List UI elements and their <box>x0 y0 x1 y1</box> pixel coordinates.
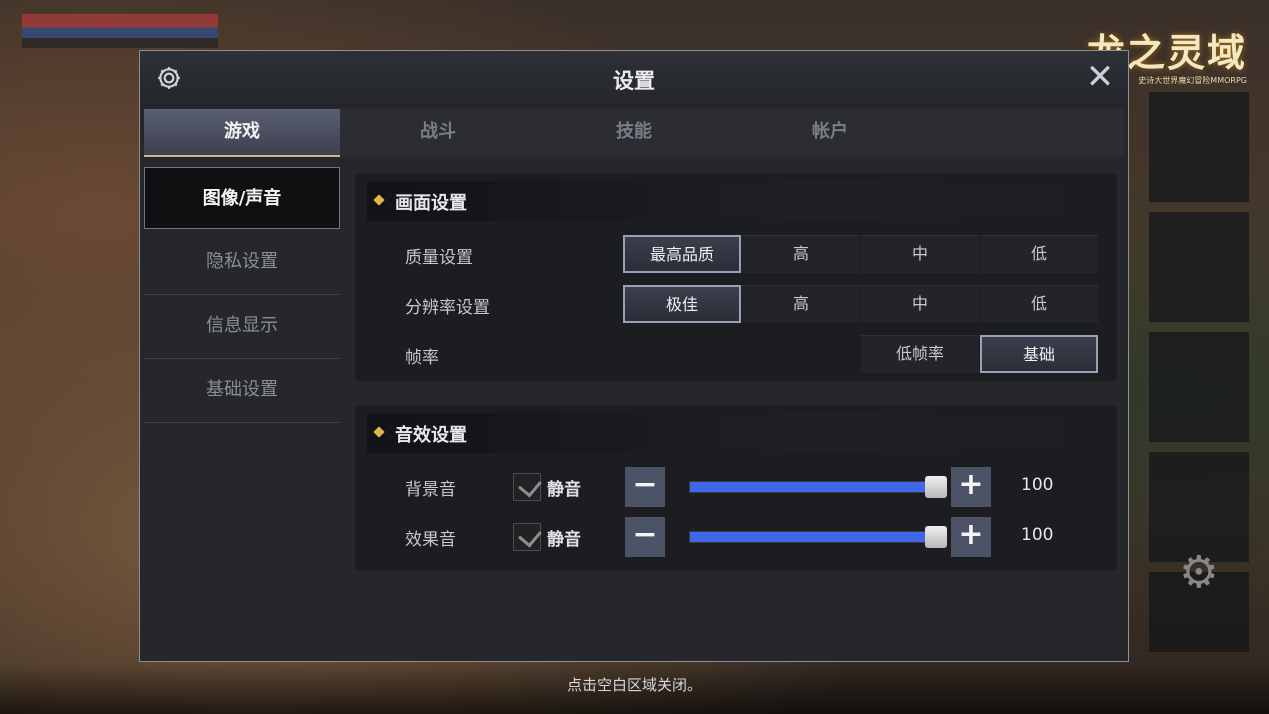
resolution-option-high[interactable]: 高 <box>742 285 860 323</box>
tab-skills[interactable]: 技能 <box>536 109 732 157</box>
graphics-section-header: 画面设置 <box>367 181 1107 221</box>
sfx-volume-value: 100 <box>1021 525 1054 545</box>
diamond-icon <box>373 194 385 206</box>
bgm-slider-fill <box>690 482 936 492</box>
bgm-decrease-button[interactable]: − <box>625 467 665 507</box>
close-button[interactable]: ✕ <box>1082 59 1118 95</box>
sfx-decrease-button[interactable]: − <box>625 517 665 557</box>
plus-icon: + <box>958 467 984 502</box>
bgm-increase-button[interactable]: + <box>951 467 991 507</box>
check-icon <box>518 523 542 548</box>
sfx-increase-button[interactable]: + <box>951 517 991 557</box>
background-right-menu: ⚙ <box>1149 92 1249 652</box>
tab-game[interactable]: 游戏 <box>144 109 340 157</box>
dialog-title: 设置 <box>613 69 655 93</box>
background-gear-icon: ⚙ <box>1179 547 1219 598</box>
tab-account[interactable]: 帐户 <box>732 109 928 157</box>
quality-option-medium[interactable]: 中 <box>861 235 979 273</box>
graphics-section-title: 画面设置 <box>395 193 467 214</box>
bgm-slider-thumb[interactable] <box>925 476 947 498</box>
tab-bar: 游戏 战斗 技能 帐户 <box>144 109 1124 157</box>
sfx-slider-fill <box>690 532 936 542</box>
graphics-panel: 画面设置 质量设置 最高品质 高 中 低 分辨率设置 极佳 高 中 低 帧率 低… <box>355 173 1117 381</box>
quality-option-low[interactable]: 低 <box>980 235 1098 273</box>
quality-label: 质量设置 <box>405 248 473 268</box>
settings-dialog: 设置 ✕ 游戏 战斗 技能 帐户 图像/声音 隐私设置 信息显示 基础设置 画面… <box>139 50 1129 662</box>
sidebar-item-info-display[interactable]: 信息显示 <box>144 295 340 359</box>
resolution-option-medium[interactable]: 中 <box>861 285 979 323</box>
close-hint: 点击空白区域关闭。 <box>566 676 702 694</box>
resolution-label: 分辨率设置 <box>405 298 490 318</box>
minus-icon: − <box>632 467 658 502</box>
diamond-icon <box>373 426 385 438</box>
sfx-slider-thumb[interactable] <box>925 526 947 548</box>
quality-option-highest[interactable]: 最高品质 <box>623 235 741 273</box>
bgm-label: 背景音 <box>405 480 456 500</box>
sfx-slider[interactable] <box>689 526 947 548</box>
sfx-mute-checkbox[interactable] <box>513 523 542 551</box>
plus-icon: + <box>958 517 984 552</box>
sidebar-item-basic[interactable]: 基础设置 <box>144 359 340 423</box>
sound-section-title: 音效设置 <box>395 425 467 446</box>
sfx-mute-label: 静音 <box>547 530 581 550</box>
bgm-mute-checkbox[interactable] <box>513 473 542 501</box>
close-icon: ✕ <box>1085 57 1115 97</box>
tab-combat[interactable]: 战斗 <box>340 109 536 157</box>
bgm-slider[interactable] <box>689 476 947 498</box>
sound-section-header: 音效设置 <box>367 413 1107 453</box>
framerate-label: 帧率 <box>405 348 439 368</box>
sidebar: 图像/声音 隐私设置 信息显示 基础设置 <box>144 167 340 423</box>
resolution-option-best[interactable]: 极佳 <box>623 285 741 323</box>
quality-option-high[interactable]: 高 <box>742 235 860 273</box>
background-hp-bar <box>22 14 218 48</box>
sidebar-item-privacy[interactable]: 隐私设置 <box>144 231 340 295</box>
bgm-mute-label: 静音 <box>547 480 581 500</box>
framerate-option-low[interactable]: 低帧率 <box>861 335 979 373</box>
sound-panel: 音效设置 背景音 静音 − + 100 效果音 静音 − + 100 <box>355 405 1117 571</box>
framerate-option-basic[interactable]: 基础 <box>980 335 1098 373</box>
check-icon <box>518 473 542 498</box>
dialog-header: 设置 ✕ <box>140 51 1128 107</box>
bgm-volume-value: 100 <box>1021 475 1054 495</box>
resolution-option-low[interactable]: 低 <box>980 285 1098 323</box>
minus-icon: − <box>632 517 658 552</box>
sfx-label: 效果音 <box>405 530 456 550</box>
sidebar-item-graphics-sound[interactable]: 图像/声音 <box>144 167 340 229</box>
